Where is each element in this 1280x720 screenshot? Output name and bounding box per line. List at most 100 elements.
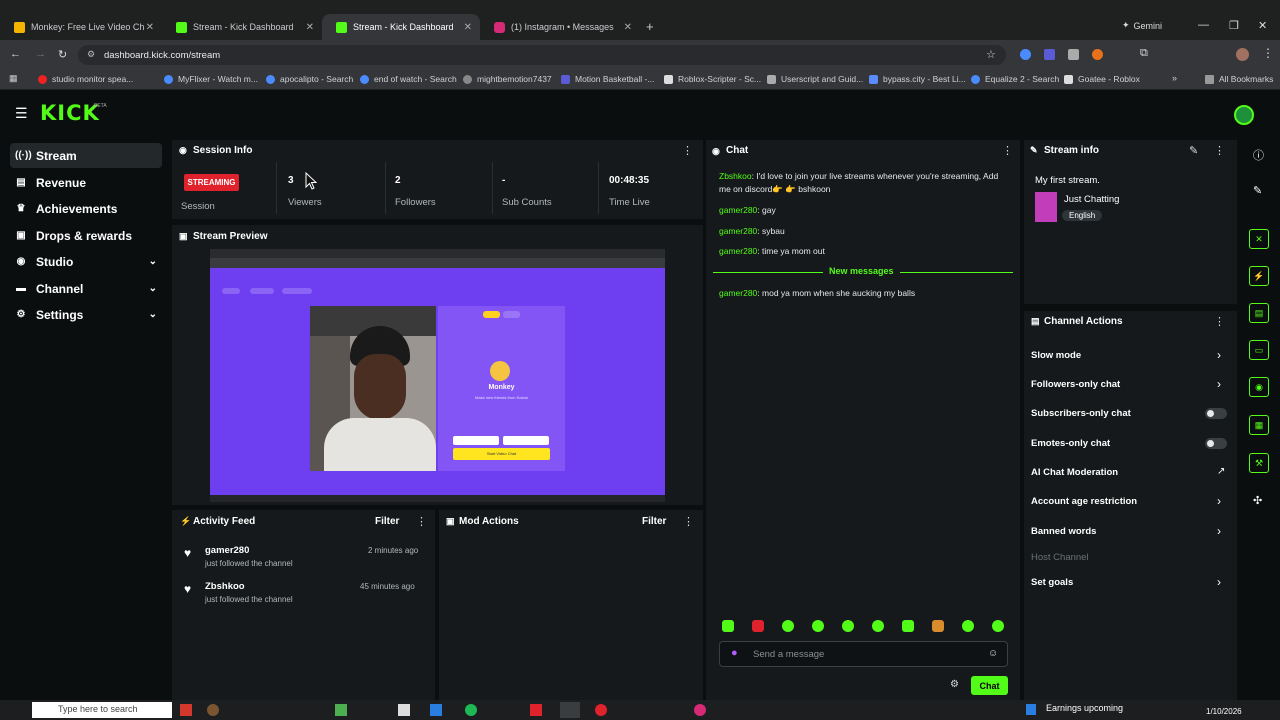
ai-moderation-option[interactable]: AI Chat Moderation (1031, 467, 1118, 478)
extension-icon[interactable] (1068, 49, 1079, 60)
profile-avatar-icon[interactable] (1236, 48, 1249, 61)
chevron-right-icon[interactable]: › (1217, 377, 1221, 391)
bookmark-item[interactable]: Goatee - Roblox (1064, 74, 1140, 84)
hamburger-menu-icon[interactable]: ☰ (15, 105, 28, 122)
extension-icon[interactable] (1092, 49, 1103, 60)
chat-username[interactable]: gamer280 (719, 205, 757, 215)
sidebar-item-channel[interactable]: ▬ Channel ⌄ (10, 276, 162, 301)
forward-icon[interactable]: → (35, 48, 46, 60)
emote-icon[interactable] (872, 620, 884, 632)
rail-broadcast-icon[interactable]: ◉ (1249, 377, 1269, 397)
bookmark-item[interactable]: MyFlixer - Watch m... (164, 74, 258, 84)
extension-icon[interactable] (1044, 49, 1055, 60)
rail-server-icon[interactable]: ▦ (1249, 415, 1269, 435)
category-name[interactable]: Just Chatting (1064, 194, 1119, 205)
subscribers-only-toggle[interactable] (1205, 408, 1227, 419)
rail-close-box-icon[interactable]: ✕ (1249, 229, 1269, 249)
info-icon[interactable]: ⓘ (1253, 147, 1264, 163)
bookmark-item[interactable]: apocalipto - Search (266, 74, 353, 84)
chat-username[interactable]: Zbshkoo (719, 171, 752, 181)
sidebar-item-revenue[interactable]: ▤ Revenue (10, 170, 162, 195)
stream-info-menu-icon[interactable]: ⋮ (1214, 144, 1225, 157)
gemini-button[interactable]: ✦ Gemini (1122, 20, 1162, 31)
minimize-icon[interactable]: — (1198, 19, 1209, 31)
bookmark-item[interactable]: Equalize 2 - Search (971, 74, 1059, 84)
browser-tab-kick-active[interactable]: Stream - Kick Dashboard ✕ (322, 14, 480, 40)
extensions-puzzle-icon[interactable]: ⧉ (1140, 47, 1148, 60)
apps-grid-icon[interactable]: ▦ (9, 73, 18, 84)
extension-icon[interactable] (1020, 49, 1031, 60)
chat-input[interactable]: ● Send a message ☺ (719, 641, 1008, 667)
bookmark-item[interactable]: Userscript and Guid... (767, 74, 863, 84)
sidebar-item-drops[interactable]: ▣ Drops & rewards (10, 223, 162, 248)
chat-username[interactable]: gamer280 (719, 246, 757, 256)
edit-pencil-icon[interactable]: ✎ (1189, 144, 1198, 157)
activity-menu-icon[interactable]: ⋮ (416, 515, 427, 528)
browser-tab-kick-1[interactable]: Stream - Kick Dashboard ✕ (162, 14, 322, 40)
browser-menu-icon[interactable]: ⋮ (1262, 46, 1274, 60)
url-bar[interactable]: ⚙ dashboard.kick.com/stream ☆ (78, 45, 1006, 65)
taskbar-app-icon[interactable] (530, 704, 542, 716)
browser-tab-instagram[interactable]: (1) Instagram • Messages ✕ (480, 14, 640, 40)
bookmark-item[interactable]: end of watch - Search (360, 74, 457, 84)
taskbar-app-icon[interactable] (207, 704, 219, 716)
emoji-icon[interactable]: ☺ (988, 648, 998, 659)
chat-settings-gear-icon[interactable]: ⚙ (950, 679, 959, 690)
taskbar-app-icon[interactable] (694, 704, 706, 716)
browser-tab-monkey[interactable]: Monkey: Free Live Video Ch ✕ (0, 14, 162, 40)
emote-icon[interactable] (722, 620, 734, 632)
session-menu-icon[interactable]: ⋮ (682, 144, 693, 157)
rail-wrench-icon[interactable]: ⚒ (1249, 453, 1269, 473)
activity-filter-button[interactable]: Filter (375, 516, 399, 527)
emote-icon[interactable] (992, 620, 1004, 632)
taskbar-app-icon[interactable] (180, 704, 192, 716)
bookmark-item[interactable]: bypass.city - Best Li... (869, 74, 966, 84)
emote-icon[interactable] (962, 620, 974, 632)
mod-filter-button[interactable]: Filter (642, 516, 666, 527)
taskbar-app-icon[interactable] (595, 704, 607, 716)
bookmark-item[interactable]: studio monitor spea... (38, 74, 133, 84)
bookmark-item[interactable]: Roblox-Scripter - Sc... (664, 74, 761, 84)
new-tab-button[interactable]: + (646, 19, 654, 34)
rail-lightning-icon[interactable]: ⚡ (1249, 266, 1269, 286)
chat-send-button[interactable]: Chat (971, 676, 1008, 695)
emotes-only-toggle[interactable] (1205, 438, 1227, 449)
followers-only-option[interactable]: Followers-only chat (1031, 379, 1120, 390)
taskbar-app-icon[interactable] (430, 704, 442, 716)
set-goals-option[interactable]: Set goals (1031, 577, 1073, 588)
emote-icon[interactable] (932, 620, 944, 632)
site-info-icon[interactable]: ⚙ (87, 49, 95, 60)
chevron-right-icon[interactable]: › (1217, 575, 1221, 589)
slow-mode-option[interactable]: Slow mode (1031, 350, 1081, 361)
taskbar-app-icon[interactable] (465, 704, 477, 716)
stream-preview-video[interactable]: Monkey Make new friends from Kokan Start… (210, 249, 665, 502)
chat-username[interactable]: gamer280 (719, 288, 757, 298)
kick-logo[interactable]: KICK (40, 101, 100, 125)
microphone-icon[interactable]: ● (731, 647, 738, 659)
rail-chat-icon[interactable]: ▭ (1249, 340, 1269, 360)
taskbar-app-icon[interactable] (398, 704, 410, 716)
bookmark-star-icon[interactable]: ☆ (986, 48, 996, 61)
close-window-icon[interactable]: ✕ (1258, 19, 1267, 32)
activity-user[interactable]: gamer280 (205, 545, 249, 556)
sidebar-item-stream[interactable]: ((·)) Stream (10, 143, 162, 168)
bookmark-item[interactable]: mightbemotion7437 (463, 74, 552, 84)
chevron-right-icon[interactable]: › (1217, 524, 1221, 538)
banned-words-option[interactable]: Banned words (1031, 526, 1096, 537)
chat-username[interactable]: gamer280 (719, 226, 757, 236)
sidebar-item-studio[interactable]: ◉ Studio ⌄ (10, 249, 162, 274)
activity-user[interactable]: Zbshkoo (205, 581, 245, 592)
close-tab-icon[interactable]: ✕ (464, 22, 472, 33)
all-bookmarks[interactable]: All Bookmarks (1205, 74, 1273, 84)
mod-menu-icon[interactable]: ⋮ (683, 515, 694, 528)
taskbar-app-active[interactable] (560, 702, 580, 718)
more-bookmarks-icon[interactable]: » (1172, 73, 1177, 83)
external-link-icon[interactable]: ↗ (1217, 466, 1225, 477)
emote-icon[interactable] (752, 620, 764, 632)
sidebar-item-achievements[interactable]: ♛ Achievements (10, 196, 162, 221)
channel-actions-menu-icon[interactable]: ⋮ (1214, 315, 1225, 328)
close-tab-icon[interactable]: ✕ (146, 22, 154, 33)
chevron-right-icon[interactable]: › (1217, 348, 1221, 362)
user-avatar[interactable] (1234, 105, 1254, 125)
emote-icon[interactable] (902, 620, 914, 632)
